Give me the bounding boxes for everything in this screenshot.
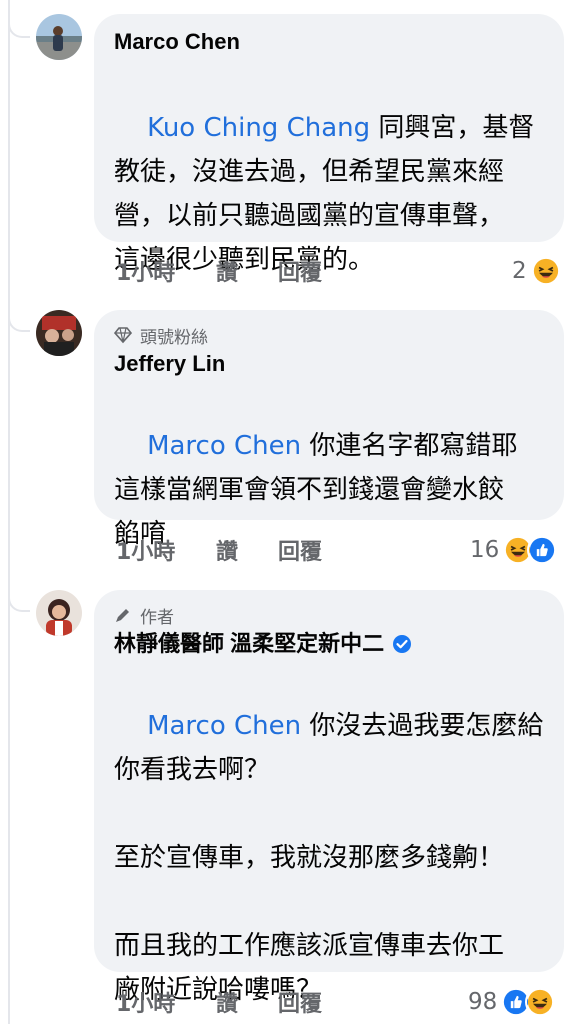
mention-link[interactable]: Kuo Ching Chang [147,113,370,143]
avatar[interactable] [36,14,82,60]
comment-bubble: Marco Chen Kuo Ching Chang 同興宮，基督 教徒，沒進去過… [94,14,564,275]
verified-badge-icon [393,635,412,653]
thread-branch [8,316,30,332]
reply-button[interactable]: 回覆 [278,986,322,1018]
comment-actions: 1小時 讚 回覆 [116,535,322,565]
haha-reaction-icon [525,987,556,1017]
author-badge: 作者 [114,604,544,628]
pencil-icon [116,609,129,622]
reaction-count: 2 [512,258,527,284]
reaction-summary[interactable]: 16 [470,535,558,565]
comment-actions: 1小時 讚 回覆 [116,256,322,286]
comment-bubble: 頭號粉絲 Jeffery Lin Marco Chen 你連名字都寫錯耶 這樣當網… [94,310,564,549]
haha-reaction-icon [530,256,561,286]
diamond-icon [114,327,132,344]
thread-line [8,0,10,1024]
comment-text: Marco Chen 你沒去過我要怎麼給 你看我去啊？ 至於宣傳車，我就沒那麼多錢齁… [114,711,544,1005]
reply-button[interactable]: 回覆 [278,534,322,566]
comment-actions: 1小時 讚 回覆 [116,987,322,1017]
comment-author[interactable]: 林靜儀醫師 溫柔堅定新中二 [114,630,544,658]
comment-time[interactable]: 1小時 [116,255,216,287]
avatar[interactable] [36,310,82,356]
comment-time[interactable]: 1小時 [116,534,216,566]
comment-time[interactable]: 1小時 [116,986,216,1018]
reaction-count: 98 [468,989,498,1015]
thread-branch [8,596,30,612]
comment-author[interactable]: Jeffery Lin [114,350,544,378]
mention-link[interactable]: Marco Chen [147,711,301,741]
like-button[interactable]: 讚 [216,534,278,566]
fan-badge: 頭號粉絲 [114,324,544,348]
like-button[interactable]: 讚 [216,255,278,287]
like-reaction-icon [527,535,558,565]
reply-button[interactable]: 回覆 [278,255,322,287]
comment-bubble: 作者 林靜儀醫師 溫柔堅定新中二 Marco Chen 你沒去過我要怎麼給 你看我… [94,590,564,1005]
reaction-summary[interactable]: 2 [512,256,561,286]
reaction-count: 16 [470,537,500,563]
comment-text: Marco Chen 你連名字都寫錯耶 這樣當網軍會領不到錢還會變水餃 餡唷 [114,431,518,549]
like-button[interactable]: 讚 [216,986,278,1018]
reaction-summary[interactable]: 98 [468,987,556,1017]
thread-branch [8,22,30,38]
comment-author[interactable]: Marco Chen [114,28,544,56]
avatar[interactable] [36,590,82,636]
mention-link[interactable]: Marco Chen [147,431,301,461]
